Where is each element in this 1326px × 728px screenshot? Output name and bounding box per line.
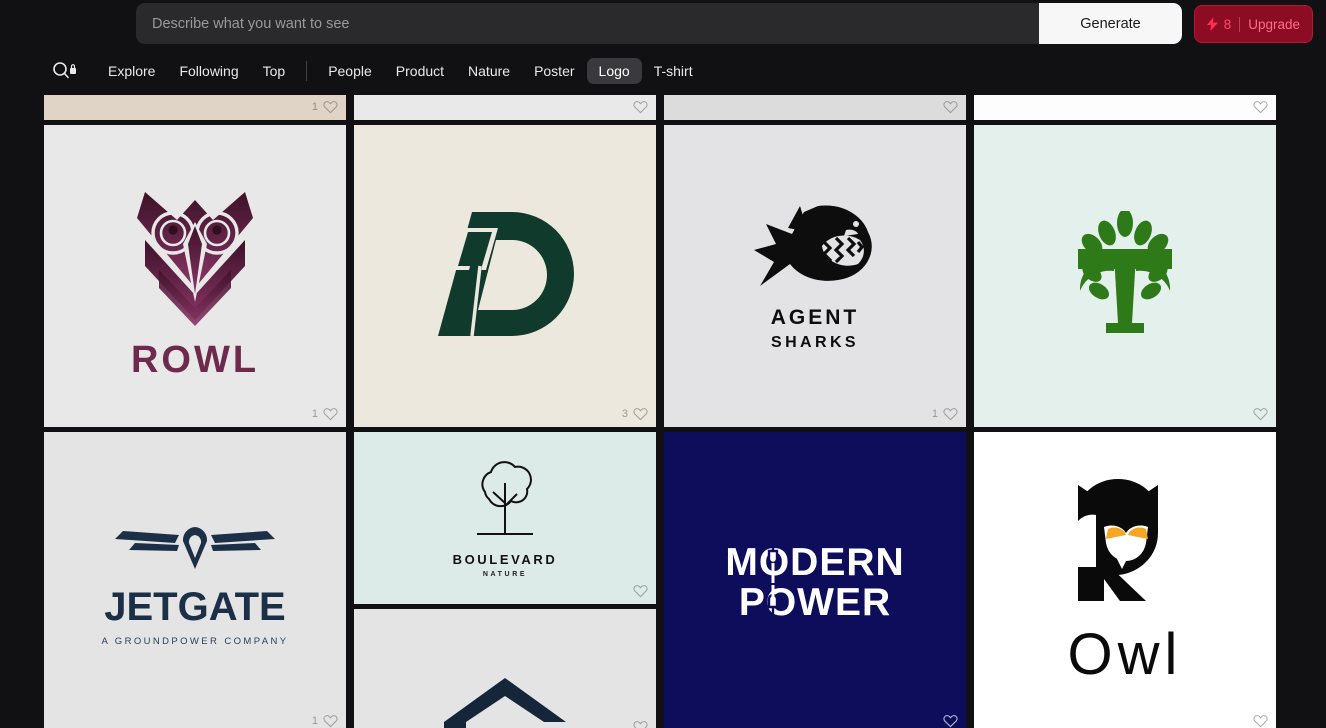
gallery-column: 1 ROWL 1 JETGATE A GROUNDPOWER COMPANY 1 [44,95,346,728]
like-count: 1 [311,101,318,113]
generate-button[interactable]: Generate [1039,3,1182,44]
heart-icon[interactable] [323,407,338,421]
logo-wordmark: BOULEVARD [452,552,558,567]
like-count: 1 [311,715,318,727]
nav-item-product[interactable]: Product [384,58,456,84]
winged-emblem-icon [115,527,275,569]
gallery-tile[interactable] [354,609,656,728]
roof-chevron-icon [444,678,566,728]
nav-item-tshirt[interactable]: T-shirt [642,58,705,84]
gallery-tile[interactable]: 1 [44,95,346,120]
upgrade-divider [1239,16,1241,32]
tile-meta [1248,407,1268,421]
logo-wordmark: AGENT [770,306,860,329]
logo-artwork-d-monogram [354,125,656,427]
gallery-column: Owl [974,95,1276,728]
heart-icon[interactable] [633,100,648,114]
logo-wordmark: JETGATE [104,585,286,629]
nav-item-people[interactable]: People [316,58,384,84]
nav-item-poster[interactable]: Poster [522,58,586,84]
logo-artwork-modern-power: MODERN POWER [664,432,966,728]
gallery-tile[interactable]: AGENT SHARKS 1 [664,125,966,427]
tile-meta [628,584,648,598]
heart-icon[interactable] [633,584,648,598]
logo-artwork-boulevard: BOULEVARD NATURE [354,432,656,604]
tile-meta: 1 [312,714,338,728]
heart-icon[interactable] [943,407,958,421]
gallery-grid: 1 ROWL 1 JETGATE A GROUNDPOWER COMPANY 1… [44,95,1276,728]
tile-meta [1248,100,1268,114]
logo-artwork-roof [354,609,656,728]
logo-artwork-agent-sharks: AGENT SHARKS [664,125,966,427]
gallery-tile[interactable] [354,95,656,120]
tile-meta: 1 [932,407,958,421]
search-lock-icon[interactable] [52,60,78,82]
category-nav: Explore Following Top People Product Nat… [0,47,1326,95]
plug-connector-icon [768,541,779,618]
gallery-column: AGENT SHARKS 1 MODERN POWER [664,95,966,728]
tile-meta [628,100,648,114]
bolt-icon [1206,17,1218,31]
nav-separator [306,61,308,81]
gallery-column: 3 BOULEVARD NATURE [354,95,656,728]
gallery-tile[interactable]: JETGATE A GROUNDPOWER COMPANY 1 [44,432,346,728]
owl-emblem-icon [137,192,253,326]
like-count: 1 [931,408,938,420]
app-root: Generate 8 Upgrade Explore Following Top… [0,0,1326,728]
logo-artwork-rowl: ROWL [44,125,346,427]
tile-meta: 1 [312,407,338,421]
gallery-tile[interactable]: MODERN POWER [664,432,966,728]
like-count: 1 [311,408,318,420]
heart-icon[interactable] [323,100,338,114]
prompt-bar: Generate [136,3,1182,44]
gallery-tile[interactable]: ROWL 1 [44,125,346,427]
logo-tagline: A GROUNDPOWER COMPANY [101,636,289,647]
logo-wordmark: Owl [1067,621,1183,687]
tree-outline-icon [477,461,533,535]
heart-icon[interactable] [1253,100,1268,114]
gallery-tile[interactable] [664,95,966,120]
top-bar: Generate 8 Upgrade [0,0,1326,47]
heart-icon[interactable] [633,407,648,421]
owl-letter-r-icon [1077,478,1159,601]
shark-icon [754,205,872,286]
tile-meta [628,720,648,728]
nav-item-nature[interactable]: Nature [456,58,522,84]
upgrade-label: Upgrade [1248,16,1300,32]
nav-item-logo[interactable]: Logo [586,58,642,84]
logo-wordmark: MODERN [725,541,905,585]
gallery-tile[interactable]: Owl [974,432,1276,728]
tile-meta: 3 [622,407,648,421]
logo-tagline: NATURE [482,571,528,578]
tile-meta [938,100,958,114]
heart-icon[interactable] [633,720,648,728]
heart-icon[interactable] [323,714,338,728]
upgrade-button[interactable]: 8 Upgrade [1193,5,1313,43]
heart-icon[interactable] [1253,714,1268,728]
credit-count: 8 [1223,16,1232,32]
tile-meta [1248,714,1268,728]
logo-artwork-r-owl: Owl [974,432,1276,728]
tree-letter-t-icon [1078,211,1172,333]
gallery-tile[interactable] [974,125,1276,427]
prompt-input[interactable] [136,3,1039,44]
logo-wordmark: ROWL [130,339,260,381]
tile-meta [938,714,958,728]
heart-icon[interactable] [943,100,958,114]
gallery-tile[interactable]: BOULEVARD NATURE [354,432,656,604]
like-count: 3 [621,408,628,420]
gallery-tile[interactable] [974,95,1276,120]
logo-subwordmark: POWER [738,581,892,624]
tile-meta: 1 [312,100,338,114]
logo-artwork-tree-t [974,125,1276,427]
nav-item-explore[interactable]: Explore [96,58,167,84]
nav-item-following[interactable]: Following [167,58,250,84]
gallery-tile[interactable]: 3 [354,125,656,427]
logo-artwork-jetgate: JETGATE A GROUNDPOWER COMPANY [44,432,346,728]
d-monogram-icon [438,211,574,336]
heart-icon[interactable] [1253,407,1268,421]
nav-item-top[interactable]: Top [251,58,298,84]
logo-subwordmark: SHARKS [771,334,859,351]
heart-icon[interactable] [943,714,958,728]
